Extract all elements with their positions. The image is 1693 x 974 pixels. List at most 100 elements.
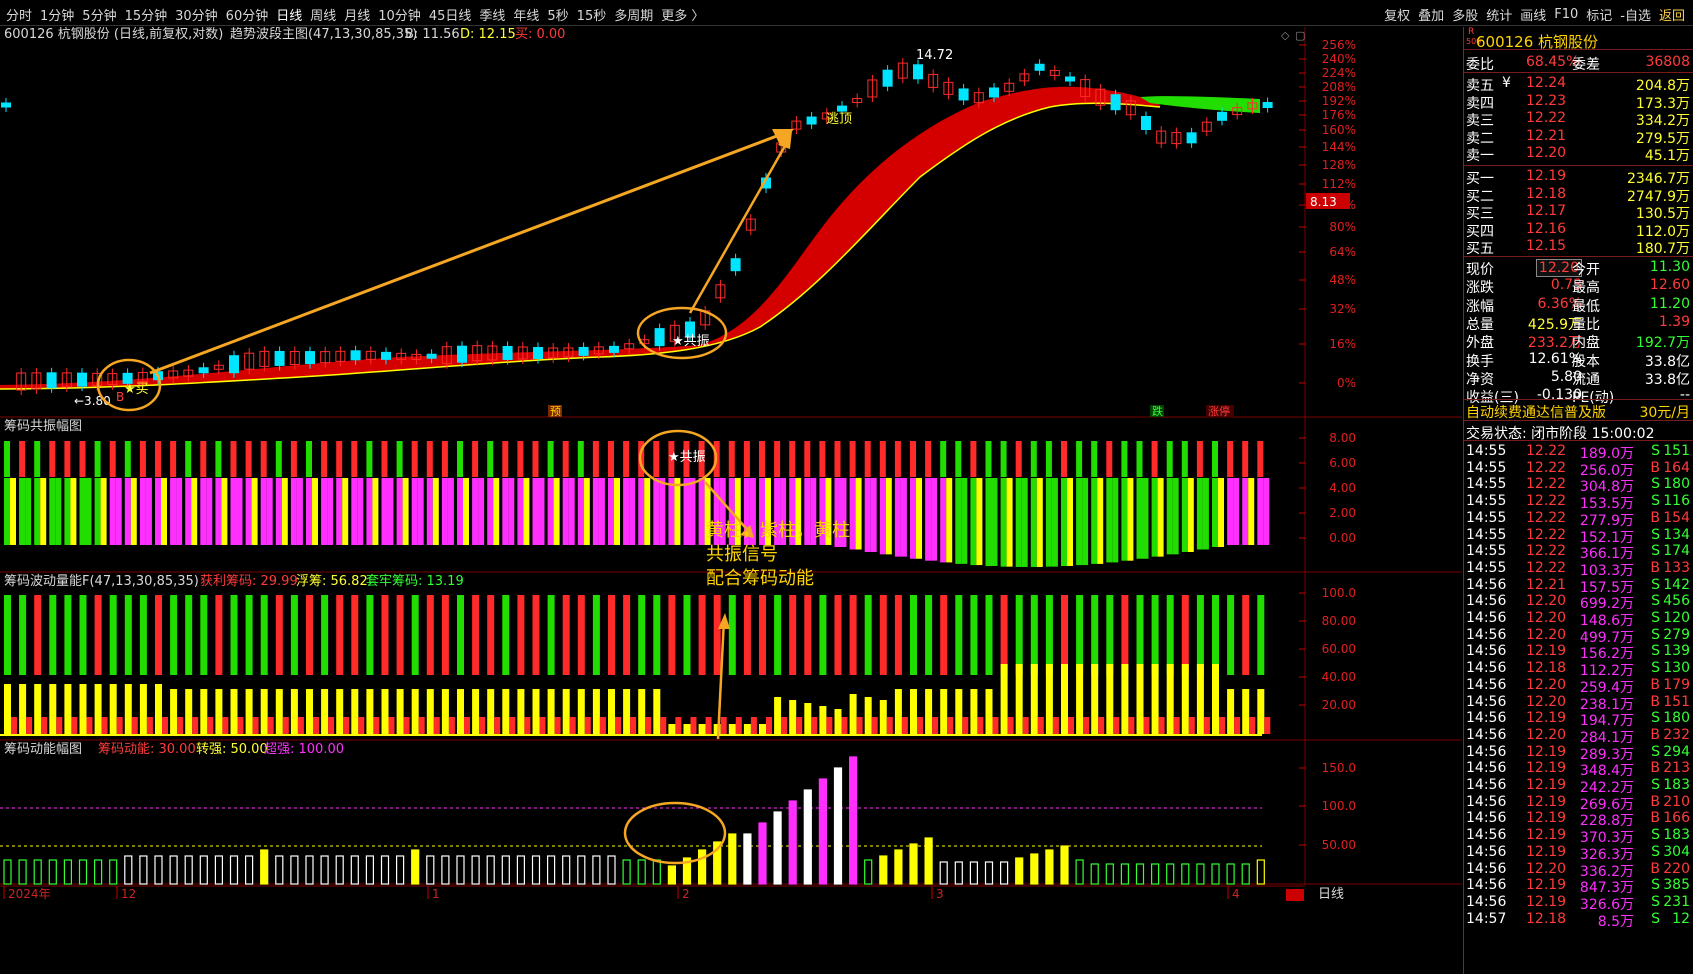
chip-bar <box>472 478 479 545</box>
chip-vol-bar-yellow <box>804 703 812 734</box>
chip-vol-bar-red <box>841 717 848 734</box>
tick-time: 14:56 <box>1466 743 1507 760</box>
date-axis-bg <box>0 885 1462 974</box>
period-tab-15[interactable]: 多周期 <box>610 5 657 24</box>
chip-bar-top <box>1136 441 1143 477</box>
chip-bar-top <box>124 441 131 477</box>
chip-bar <box>155 478 161 545</box>
chip-momentum-bar <box>531 855 541 885</box>
function-tab-1[interactable]: 叠加 <box>1414 5 1448 24</box>
period-tab-7[interactable]: 周线 <box>306 5 340 24</box>
function-tab-2[interactable]: 多股 <box>1448 5 1482 24</box>
chip-vol-bar-yellow <box>698 724 706 734</box>
function-tab-0[interactable]: 复权 <box>1380 5 1414 24</box>
stat-value: 11.20 <box>1649 295 1690 312</box>
period-tab-3[interactable]: 15分钟 <box>121 5 172 24</box>
period-tab-8[interactable]: 月线 <box>340 5 374 24</box>
period-tab-13[interactable]: 5秒 <box>543 5 572 24</box>
chip-bar <box>985 478 992 567</box>
chip-vol-bar-top <box>683 595 691 675</box>
chip-vol-bar-red <box>116 717 123 734</box>
chip-vol-bar-top <box>894 595 902 675</box>
chip-vol-bar-yellow <box>290 689 298 734</box>
chip-vol-bar-yellow <box>1015 664 1023 734</box>
chip-bar-half <box>870 478 877 552</box>
chip-bar-half <box>176 478 183 545</box>
chip-vol-bar-red <box>1173 717 1180 734</box>
ask-price: 12.22 <box>1526 110 1567 126</box>
candle-body <box>381 351 391 360</box>
chip-vol-bar-yellow <box>185 689 193 734</box>
pre-tag: 预 <box>550 405 561 418</box>
chip-bar <box>894 478 901 557</box>
panel3-momentum: 筹码动能: 30.00 <box>98 741 196 757</box>
period-tab-9[interactable]: 10分钟 <box>374 5 425 24</box>
period-tab-10[interactable]: 45日线 <box>425 5 476 24</box>
chip-bar-top <box>306 441 312 477</box>
period-tab-5[interactable]: 60分钟 <box>222 5 273 24</box>
chip-vol-bar-top <box>487 595 495 675</box>
tick-price: 12.20 <box>1526 726 1567 743</box>
chip-bar-half <box>991 478 998 567</box>
chip-vol-bar-top <box>1121 595 1129 675</box>
trend-line-yellow <box>0 102 1161 390</box>
chip-vol-bar-top <box>381 595 389 675</box>
chip-momentum-bar <box>199 855 208 885</box>
chip-bar <box>562 478 569 545</box>
chip-bar-top <box>608 441 614 477</box>
period-tab-14[interactable]: 15秒 <box>573 5 611 24</box>
chip-vol-bar-yellow <box>910 689 917 734</box>
chip-bar-top <box>562 441 569 477</box>
tick-count: 154 <box>1663 509 1690 526</box>
ask-price: 12.20 <box>1526 145 1567 161</box>
chip-bar-top <box>1061 441 1067 477</box>
ask-label: 卖一 <box>1466 148 1494 164</box>
chip-vol-bar-top <box>517 595 525 675</box>
tick-price: 12.19 <box>1526 760 1567 777</box>
chip-vol-bar-top <box>1015 595 1023 675</box>
period-tab-2[interactable]: 5分钟 <box>78 5 120 24</box>
period-tab-16[interactable]: 更多 〉 <box>657 5 708 24</box>
chip-vol-bar-top <box>547 595 555 675</box>
zhangting-tag: 涨停 <box>1208 404 1230 418</box>
period-tab-6[interactable]: 日线 <box>272 5 306 24</box>
period-tab-12[interactable]: 年线 <box>509 5 543 24</box>
tick-price: 12.19 <box>1526 710 1567 727</box>
function-tab-4[interactable]: 画线 <box>1516 5 1550 24</box>
escape-label: 逃顶 <box>826 112 852 127</box>
chip-bar <box>185 478 192 545</box>
chip-vol-bar-top <box>230 595 238 675</box>
candle-body <box>654 328 665 347</box>
function-tab-7[interactable]: -自选 <box>1616 5 1655 24</box>
stat-label: 今开 <box>1572 262 1600 278</box>
chip-vol-bar-yellow <box>940 689 948 734</box>
chip-vol-bar-yellow <box>1242 689 1250 734</box>
function-tab-8[interactable]: 返回 <box>1655 5 1689 24</box>
period-tab-11[interactable]: 季线 <box>475 5 509 24</box>
chip-bar-top <box>653 441 660 477</box>
period-tab-0[interactable]: 分时 <box>2 5 36 24</box>
function-tab-6[interactable]: 标记 <box>1582 5 1616 24</box>
tick-price: 12.18 <box>1526 910 1567 927</box>
quote-header: R 500 600126 杭钢股份 <box>1464 27 1693 51</box>
chip-vol-bar-red <box>1143 717 1150 734</box>
chip-vol-bar-yellow <box>139 684 147 734</box>
chip-vol-bar-red <box>162 717 168 734</box>
chip-vol-bar-yellow <box>411 689 419 734</box>
stat-value: 192.7万 <box>1635 335 1690 352</box>
function-tab-3[interactable]: 统计 <box>1482 5 1516 24</box>
chip-bar <box>592 478 599 545</box>
chip-bar <box>653 478 660 545</box>
chip-vol-bar-yellow <box>728 724 736 734</box>
tick-side: S <box>1651 543 1660 560</box>
chip-vol-bar-red <box>71 717 78 734</box>
chip-bar-half <box>493 478 500 545</box>
function-tab-5[interactable]: F10 <box>1550 7 1582 22</box>
chip-bar <box>1242 478 1249 545</box>
chip-bar-top <box>774 441 781 477</box>
period-toolbar: 分时 1分钟 5分钟 15分钟 30分钟 60分钟 日线 周线 月线 10分钟 45日线 季线 年线 5秒… <box>0 0 1693 26</box>
period-tab-4[interactable]: 30分钟 <box>171 5 222 24</box>
candle-body <box>730 258 741 272</box>
kline-chart-area[interactable]: 600126 杭钢股份 (日线,前复权,对数) 趋势波段主图(47,13,30,8… <box>0 27 1462 974</box>
period-tab-1[interactable]: 1分钟 <box>36 5 78 24</box>
